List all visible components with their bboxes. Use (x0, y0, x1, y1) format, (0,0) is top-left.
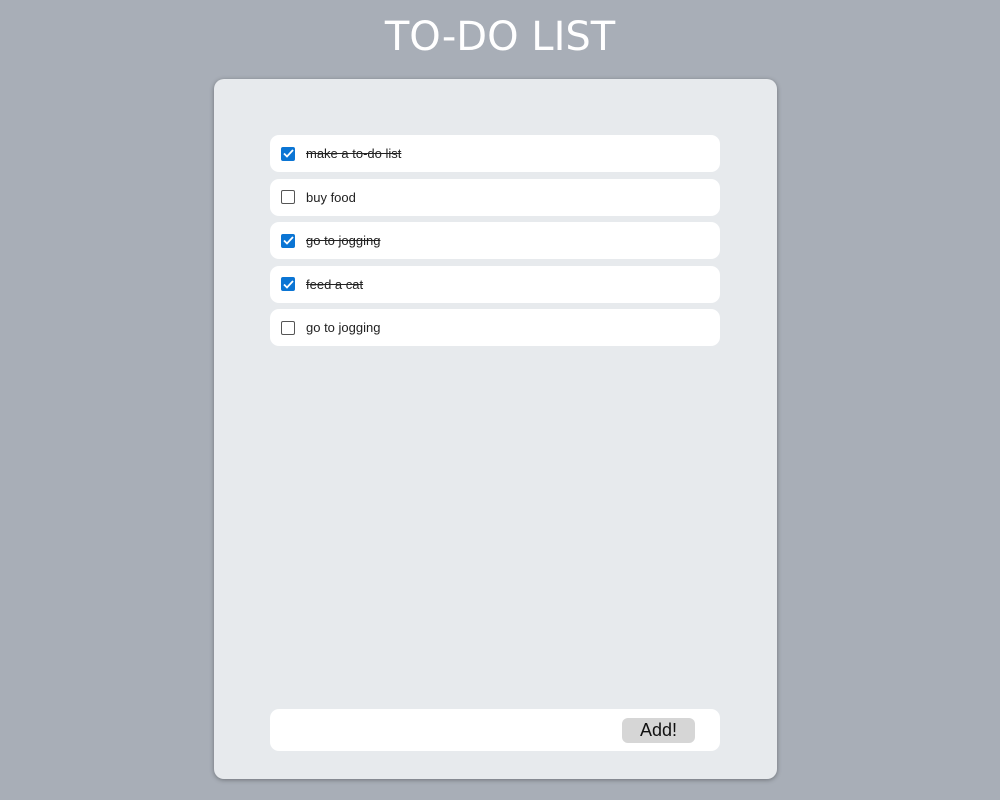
checkmark-icon (282, 149, 294, 158)
todo-text: go to jogging (306, 233, 381, 248)
todo-checkbox[interactable] (281, 146, 295, 161)
todo-checkbox[interactable] (281, 277, 295, 291)
todo-text: buy food (306, 189, 356, 205)
todo-item[interactable]: go to jogging (270, 309, 720, 346)
add-button[interactable]: Add! (622, 718, 695, 743)
todo-text: feed a cat (306, 276, 364, 292)
todo-item[interactable]: make a to-do list (270, 135, 720, 172)
todo-card: make a to-do list buy food go to jogging… (214, 79, 777, 779)
todo-item[interactable]: feed a cat (270, 265, 720, 303)
todo-checkbox[interactable] (281, 190, 295, 204)
page-title: TO-DO LIST (384, 14, 616, 60)
todo-item[interactable]: go to jogging (270, 222, 720, 259)
todo-text: go to jogging (306, 320, 381, 335)
add-todo-form: Add! (270, 709, 720, 751)
new-todo-input[interactable] (280, 717, 614, 745)
todo-list: make a to-do list buy food go to jogging… (270, 135, 720, 353)
todo-text: make a to-do list (306, 146, 402, 161)
checkmark-icon (282, 236, 294, 245)
checkmark-icon (282, 279, 294, 289)
todo-item[interactable]: buy food (270, 178, 720, 216)
todo-checkbox[interactable] (281, 320, 295, 335)
todo-checkbox[interactable] (281, 233, 295, 248)
